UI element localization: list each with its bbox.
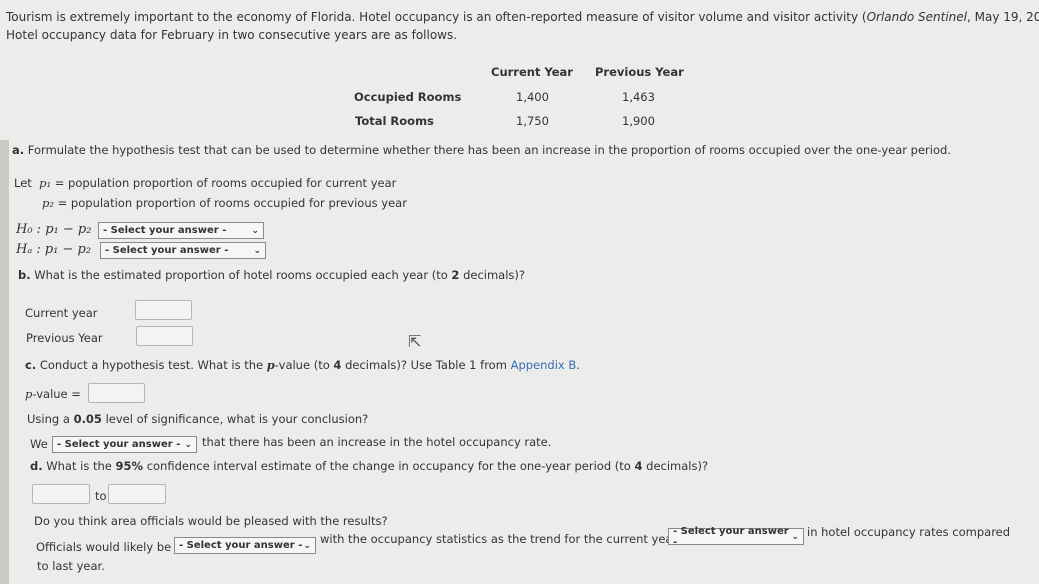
- col-header-current: Current Year: [491, 65, 573, 79]
- chevron-down-icon: ⌄: [251, 225, 259, 236]
- cell: 1,463: [622, 90, 655, 104]
- h0-label: H₀ : p₁ − p₂: [16, 222, 92, 237]
- to-label: to: [95, 489, 107, 503]
- ha-select[interactable]: - Select your answer - ⌄: [100, 242, 266, 259]
- part-d-question: d. What is the 95% confidence interval e…: [30, 459, 709, 473]
- current-year-input[interactable]: [135, 300, 192, 320]
- p1-definition: Let p₁ = population proportion of rooms …: [14, 176, 397, 190]
- chevron-down-icon: ⌄: [184, 439, 192, 450]
- mouse-cursor-icon: ⇱: [408, 332, 422, 351]
- pvalue-label: p-value =: [25, 387, 81, 401]
- appendix-b-link[interactable]: Appendix B: [511, 358, 577, 372]
- officials-text-c: in hotel occupancy rates compared: [807, 525, 1011, 539]
- trend-select[interactable]: - Select your answer - ⌄: [668, 526, 804, 548]
- pvalue-input[interactable]: [88, 383, 145, 403]
- chevron-down-icon: ⌄: [303, 540, 311, 551]
- previous-year-label: Previous Year: [26, 331, 103, 345]
- row-label: Occupied Rooms: [354, 90, 462, 104]
- part-a-question: a. Formulate the hypothesis test that ca…: [12, 143, 951, 157]
- col-header-previous: Previous Year: [595, 65, 684, 79]
- significance-question: Using a 0.05 level of significance, what…: [27, 412, 369, 426]
- intro-line-1: Tourism is extremely important to the ec…: [6, 10, 1039, 24]
- cell: 1,900: [622, 114, 655, 128]
- previous-year-input[interactable]: [136, 326, 193, 346]
- part-c-question: c. Conduct a hypothesis test. What is th…: [25, 358, 580, 372]
- h0-select[interactable]: - Select your answer - ⌄: [98, 222, 264, 239]
- part-b-question: b. What is the estimated proportion of h…: [18, 268, 525, 282]
- chevron-down-icon: ⌄: [253, 245, 261, 256]
- ci-lower-input[interactable]: [32, 484, 90, 504]
- pleased-question: Do you think area officials would be ple…: [34, 514, 388, 528]
- row-label: Total Rooms: [355, 114, 434, 128]
- cell: 1,750: [516, 114, 549, 128]
- left-margin-bar: [0, 140, 9, 584]
- we-label: We: [30, 437, 48, 451]
- current-year-label: Current year: [25, 306, 98, 320]
- officials-select[interactable]: - Select your answer - ⌄: [174, 537, 316, 554]
- cell: 1,400: [516, 90, 549, 104]
- officials-text-b: with the occupancy statistics as the tre…: [320, 532, 691, 546]
- conclusion-tail: that there has been an increase in the h…: [202, 435, 552, 449]
- p2-definition: p₂ = population proportion of rooms occu…: [42, 196, 407, 210]
- ha-label: Hₐ : p₁ − p₂: [16, 242, 92, 257]
- chevron-down-icon: ⌄: [791, 531, 799, 542]
- ci-upper-input[interactable]: [108, 484, 166, 504]
- conclusion-select[interactable]: - Select your answer - ⌄: [52, 436, 197, 453]
- officials-text-a: Officials would likely be: [36, 540, 172, 554]
- intro-line-2: Hotel occupancy data for February in two…: [6, 28, 458, 42]
- officials-text-d: to last year.: [37, 559, 105, 573]
